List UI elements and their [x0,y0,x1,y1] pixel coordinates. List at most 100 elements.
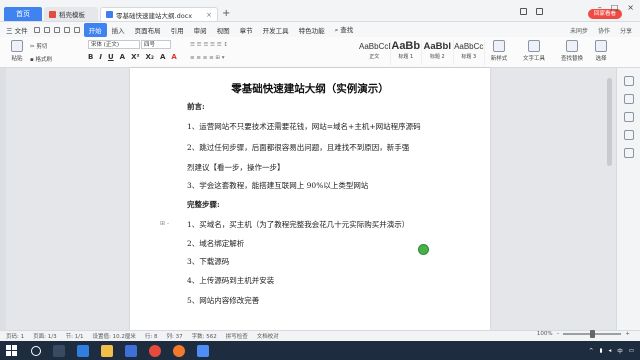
side-panel [616,68,640,330]
paste-button[interactable]: 粘贴 [8,40,26,62]
network-icon[interactable]: ▮ [599,348,602,354]
tray-arrow-icon[interactable]: ^ [589,348,594,354]
document-paragraph: 烈建议【看一步，操作一步】 [187,163,285,172]
explorer-icon[interactable] [101,344,113,357]
file-menu-label: 三 文件 [6,26,28,35]
print-icon[interactable] [53,26,60,33]
task-view-icon[interactable] [53,344,65,357]
document-paragraph: 完整步骤: [187,200,220,209]
new-tab-icon[interactable]: + [222,8,230,20]
volume-icon[interactable]: ◂ [609,348,612,354]
menu-tab-7[interactable]: 开发工具 [258,23,294,37]
search-icon[interactable] [31,345,41,356]
zoom-knob[interactable] [589,330,595,338]
pen-icon[interactable] [623,94,634,104]
menu-tab-5[interactable]: 视图 [212,23,235,37]
document-paragraph: 4、上传源码到主机并安装 [187,276,275,285]
zoom-in-icon[interactable]: + [625,331,630,337]
menu-bar: 三 文件 开始 插入 页面布局 引用 审阅 视图 章节 开发工具 特色功能 ⌕ 查找 [0,22,640,37]
format-button-7[interactable]: A [171,53,176,61]
share-button[interactable]: 分享 [620,26,632,35]
edge-icon[interactable] [77,344,89,357]
store-icon[interactable] [125,344,137,357]
tab-home[interactable]: 首页 [4,7,42,21]
format-button-4[interactable]: X² [131,53,139,61]
style-preset[interactable]: AaBbCcDd 正文 [359,40,391,65]
wps-icon[interactable] [197,344,209,357]
menu-tab-0[interactable]: 开始 [83,22,107,37]
style-preset[interactable]: AaBbl 标题 2 [422,40,454,65]
zoom-slider[interactable] [563,330,622,338]
format-button-0[interactable]: B [88,53,93,61]
style-preset[interactable]: AaBb 标题 1 [391,40,422,65]
window-list-icon[interactable] [536,7,543,15]
close-icon[interactable]: × [627,3,634,12]
collaborate-button[interactable]: 协作 [598,26,610,35]
status-item: 页码: 1 [6,334,25,340]
align-tools[interactable]: ≡ ≡ ≡ ≡ ⊞ ▾ [190,55,225,61]
save-icon[interactable] [33,26,40,33]
export-icon[interactable] [43,26,50,33]
menu-tab-2[interactable]: 页面布局 [130,23,166,37]
style-name: 标题 3 [461,54,477,60]
document-paragraph: 5、网站内容修改完善 [187,296,260,305]
zoom-value[interactable]: 100% [537,331,553,337]
close-tab-icon[interactable]: × [206,11,212,19]
title-tools [520,4,543,18]
select-button[interactable]: 选择 [592,40,610,62]
chrome-icon[interactable] [149,344,161,357]
format-button-6[interactable]: A [160,53,165,61]
zoom-out-icon[interactable]: – [557,331,560,337]
settings-icon[interactable] [623,130,634,140]
menu-tab-4[interactable]: 审阅 [189,23,212,37]
redo-icon[interactable] [73,26,80,33]
vertical-ruler [0,68,6,330]
layout-icon[interactable] [520,7,527,15]
ribbon: 粘贴 ✂ 剪切 ▪ 格式刷 宋体 (正文) 四号 B I U A X² X₂ A A ☰ ☰ … [0,37,640,68]
text-tools-button[interactable]: 文字工具 [520,40,548,62]
pointer-icon[interactable] [623,76,634,86]
document-page[interactable]: 零基础快速建站大纲（实例演示） ⊞ - 前言: 1、运营网站不只要技术还需要花钱，… [130,68,490,330]
paragraph-marker: ⊞ - [160,220,170,227]
new-style-button[interactable]: 新样式 [490,40,508,62]
vertical-scrollbar[interactable] [607,78,612,166]
layers-icon[interactable] [623,112,634,122]
menu-tab-6[interactable]: 章节 [235,23,258,37]
format-painter-button[interactable]: ▪ 格式刷 [30,55,52,63]
undo-icon[interactable] [63,26,70,33]
format-button-5[interactable]: X₂ [146,53,154,61]
find-replace-icon [566,40,578,52]
style-preset[interactable]: AaBbCc 标题 3 [454,40,485,65]
menu-tab-3[interactable]: 引用 [166,23,189,37]
format-button-1[interactable]: I [99,53,102,61]
paragraph-tools[interactable]: ☰ ☰ ☰ ☰ ☰ ↕ [190,42,228,48]
share-icon[interactable] [623,148,634,158]
font-name-select[interactable]: 宋体 (正文) [88,40,140,49]
file-menu[interactable]: 三 文件 [6,25,28,35]
tab-daoke[interactable]: 稻壳模板 [44,7,98,21]
status-item: 页面: 1/3 [33,334,57,340]
find-replace-button[interactable]: 查找替换 [558,40,586,62]
document-paragraph: 2、域名绑定解析 [187,239,245,248]
notification-icon[interactable]: ▭ [629,348,634,354]
font-size-select[interactable]: 四号 [141,40,171,49]
paste-label: 粘贴 [11,56,23,62]
cut-button[interactable]: ✂ 剪切 [30,42,47,50]
menu-tab-1[interactable]: 插入 [107,23,130,37]
status-item: 文档校对 [256,334,279,340]
menu-tab-8[interactable]: 特色功能 [294,23,330,37]
firefox-icon[interactable] [173,344,185,357]
maximize-icon[interactable]: □ [611,3,619,12]
format-button-3[interactable]: A [120,53,125,61]
windows-start-icon[interactable] [6,345,17,356]
sync-status[interactable]: 未同步 [570,26,588,35]
format-button-2[interactable]: U [108,53,114,61]
ime-icon[interactable]: 中 [617,347,623,355]
document-paragraph: 1、运营网站不只要技术还需要花钱，网站=域名+主机+网站程序源码 [187,122,421,131]
minimize-icon[interactable]: – [598,3,602,12]
document-area: 零基础快速建站大纲（实例演示） ⊞ - 前言: 1、运营网站不只要技术还需要花钱，… [0,68,640,330]
search-menu[interactable]: ⌕ 查找 [330,22,359,37]
text-tools-icon [528,40,540,52]
document-paragraph: 2、跳过任何步骤，后面都很容易出问题，且难找不到原因，新手强 [187,143,410,152]
tab-document[interactable]: 零基础快速建站大纲.docx × [100,7,218,21]
